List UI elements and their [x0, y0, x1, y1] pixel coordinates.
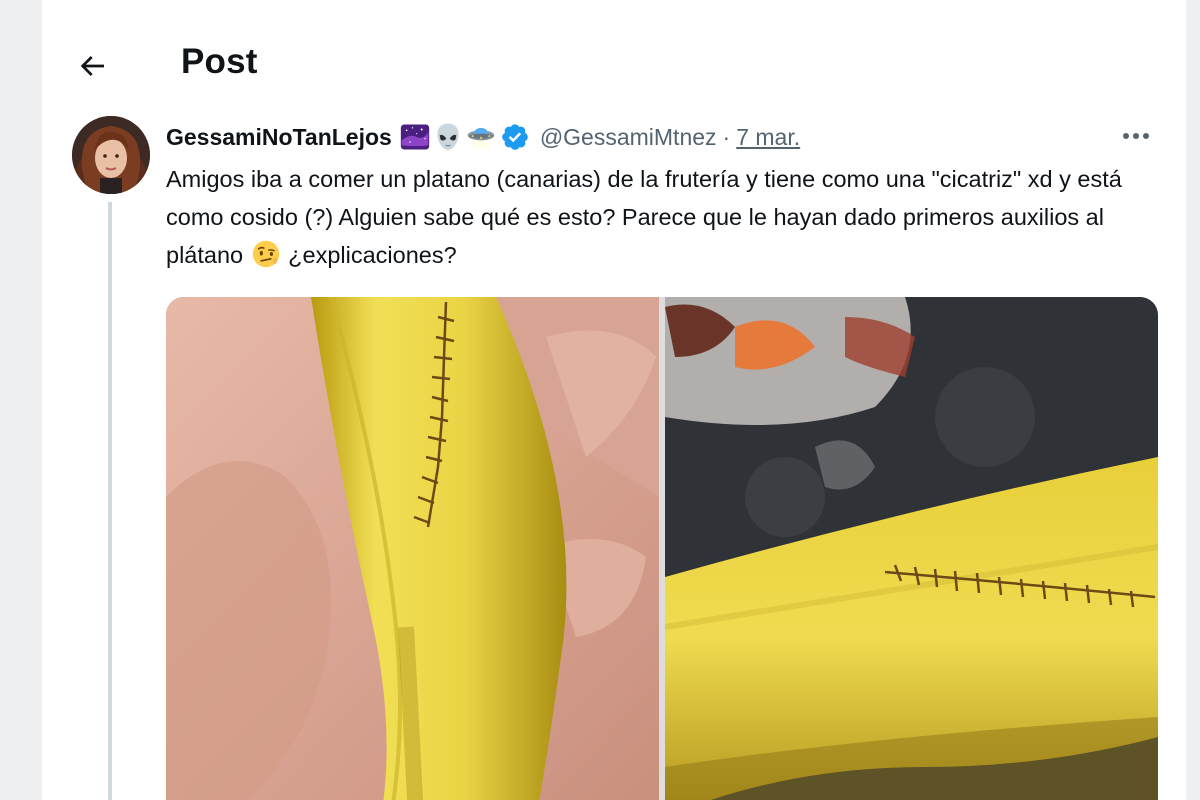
post-text: Amigos iba a comer un platano (canarias)…	[166, 160, 1166, 274]
galaxy-emoji	[400, 124, 429, 150]
thread-line	[108, 202, 112, 800]
avatar[interactable]	[72, 116, 150, 194]
post: GessamiNoTanLejos @GessamiMtnez · 7 mar.…	[42, 112, 1186, 800]
right-gutter	[1186, 0, 1200, 800]
handle[interactable]: @GessamiMtnez	[540, 124, 717, 151]
post-header: GessamiNoTanLejos @GessamiMtnez · 7 mar.	[166, 120, 800, 154]
banana-photo-horizontal[interactable]	[665, 297, 1158, 800]
display-name[interactable]: GessamiNoTanLejos	[166, 124, 392, 151]
post-date[interactable]: 7 mar.	[736, 124, 800, 151]
separator-dot: ·	[722, 123, 731, 150]
verified-badge-icon[interactable]	[500, 122, 530, 152]
media-grid	[166, 297, 1158, 800]
raised-eyebrow-face-emoji	[252, 240, 279, 268]
name-emojis	[400, 122, 496, 152]
top-bar: Post	[42, 0, 1186, 112]
ufo-emoji	[467, 127, 495, 149]
back-button[interactable]	[66, 40, 118, 92]
post-text-end: ¿explicaciones?	[281, 242, 457, 268]
main-column: Post GessamiNoTanLejos @GessamiMtnez · 7…	[42, 0, 1186, 800]
arrow-left-icon	[80, 56, 104, 76]
left-gutter	[0, 0, 42, 800]
alien-emoji	[437, 123, 459, 151]
banana-photo-vertical[interactable]	[166, 297, 659, 800]
more-icon	[1123, 133, 1149, 139]
more-button[interactable]	[1116, 122, 1156, 150]
page-title: Post	[181, 42, 258, 81]
